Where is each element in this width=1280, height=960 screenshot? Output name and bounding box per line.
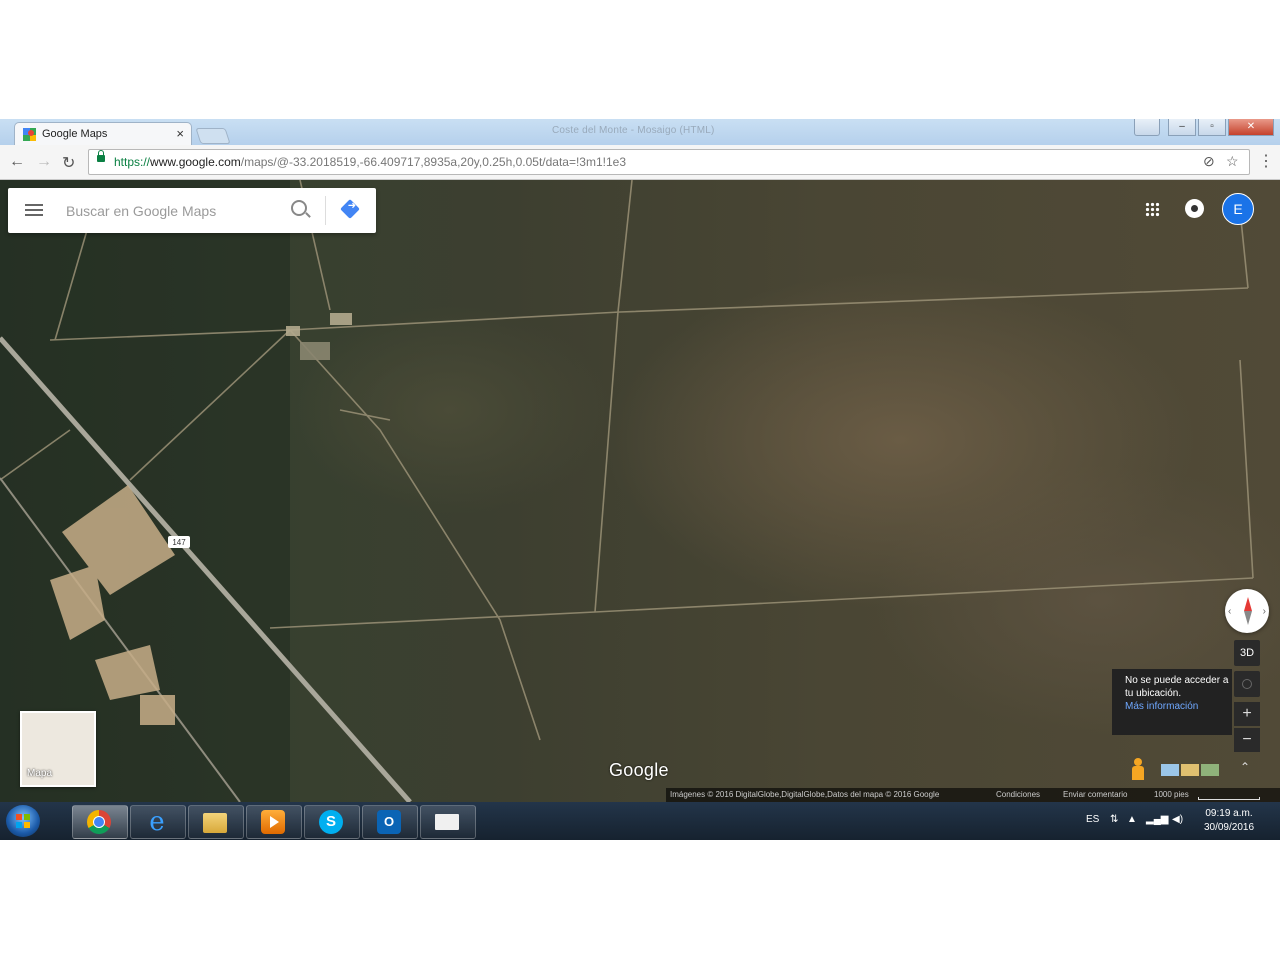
taskbar-clock[interactable]: 09:19 a.m. 30/09/2016 [1197, 807, 1261, 835]
search-input[interactable] [64, 200, 278, 222]
profile-icon[interactable] [1134, 119, 1160, 136]
map-footer: Imágenes © 2016 DigitalGlobe,DigitalGlob… [666, 788, 1280, 802]
bookmark-star-icon[interactable]: ☆ [1226, 153, 1239, 170]
3d-button[interactable]: 3D [1234, 640, 1260, 666]
scale-label[interactable]: 1000 pies [1154, 788, 1189, 802]
compass-south-icon [1244, 611, 1252, 625]
window-title: Coste del Monte - Mosaigo (HTML) [552, 125, 715, 136]
tab-google-maps[interactable]: Google Maps × [14, 122, 192, 146]
search-icon[interactable] [291, 200, 307, 216]
address-bar[interactable]: https://www.google.com/maps/@-33.2018519… [88, 149, 1250, 175]
directions-icon[interactable] [340, 199, 360, 219]
tab-close-icon[interactable]: × [176, 126, 184, 141]
search-box [8, 188, 376, 233]
send-feedback-link[interactable]: Enviar comentario [1063, 788, 1127, 802]
url-path: /maps/@-33.2018519,-66.409717,8935a,20y,… [240, 155, 627, 169]
clock-date: 30/09/2016 [1203, 822, 1255, 833]
windows-taskbar: e S O ES ⇅ ▲ ▂▄▆ ◀) 09:19 a.m. 30/09/201… [0, 802, 1280, 840]
new-tab-button[interactable] [195, 128, 231, 144]
start-button[interactable] [6, 805, 40, 837]
taskbar-file-explorer[interactable] [188, 805, 244, 839]
more-info-link[interactable]: Más información [1125, 700, 1232, 713]
my-location-icon[interactable] [1234, 671, 1260, 697]
skype-icon: S [319, 810, 343, 834]
url-scheme: https:// [114, 155, 151, 169]
url-host: www.google.com [150, 155, 241, 169]
tab-title: Google Maps [42, 128, 108, 140]
taskbar-mail[interactable] [420, 805, 476, 839]
scale-bar [1198, 797, 1260, 800]
account-avatar[interactable]: E [1222, 193, 1254, 225]
outlook-icon: O [377, 810, 401, 834]
taskbar-skype[interactable]: S [304, 805, 360, 839]
media-player-icon [261, 810, 285, 834]
imagery-attribution: Imágenes © 2016 DigitalGlobe,DigitalGlob… [670, 790, 940, 799]
notifications-icon[interactable] [1185, 199, 1204, 218]
language-indicator[interactable]: ES [1086, 814, 1099, 825]
browser-toolbar: ← → ↻ https://www.google.com/maps/@-33.2… [0, 145, 1280, 180]
taskbar-internet-explorer[interactable]: e [130, 805, 186, 839]
terms-link[interactable]: Condiciones [996, 788, 1040, 802]
zoom-in-button[interactable]: + [1234, 702, 1260, 726]
mail-icon [435, 814, 459, 830]
clock-time: 09:19 a.m. [1205, 808, 1253, 819]
satellite-map[interactable]: 147 E ‹ › 3D + − No se puede acceder a t… [0, 180, 1280, 802]
internet-explorer-icon: e [149, 807, 165, 837]
window-close-button[interactable]: ✕ [1228, 119, 1274, 136]
maximize-button[interactable]: ▫ [1198, 119, 1226, 136]
map-roads-and-tracks: 147 [0, 180, 1254, 802]
taskbar-media-player[interactable] [246, 805, 302, 839]
search-divider [325, 196, 326, 225]
zoom-out-button[interactable]: − [1234, 728, 1260, 752]
apps-grid-icon[interactable] [1145, 202, 1160, 217]
url-text[interactable]: https://www.google.com/maps/@-33.2018519… [114, 155, 626, 169]
screen: Google Maps × Coste del Monte - Mosaigo … [0, 119, 1280, 840]
layer-map-icon[interactable] [1161, 764, 1179, 776]
compass-north-icon [1244, 597, 1252, 611]
folder-icon [203, 813, 227, 833]
browser-titlebar: Google Maps × Coste del Monte - Mosaigo … [0, 119, 1280, 146]
layer-thumbnails[interactable] [1161, 764, 1219, 776]
taskbar-outlook[interactable]: O [362, 805, 418, 839]
map-type-label: Mapa [27, 768, 53, 779]
forward-icon[interactable]: → [36, 153, 52, 171]
window-controls: – ▫ ✕ [1134, 119, 1274, 137]
road-label-147: 147 [172, 538, 186, 547]
layer-earth-icon[interactable] [1201, 764, 1219, 776]
network-icon[interactable]: ▂▄▆ [1146, 814, 1168, 825]
layer-terrain-icon[interactable] [1181, 764, 1199, 776]
rotate-right-icon[interactable]: › [1263, 606, 1266, 617]
hamburger-menu-icon[interactable] [25, 204, 43, 216]
minimize-button[interactable]: – [1168, 119, 1196, 136]
location-blocked-icon[interactable]: ⊘ [1203, 153, 1215, 170]
pegman-street-view-icon[interactable] [1131, 758, 1145, 780]
show-hidden-icons[interactable]: ▲ [1127, 814, 1137, 825]
google-logo: Google [609, 760, 669, 780]
chrome-menu-icon[interactable]: ⋮ [1258, 151, 1274, 171]
volume-icon[interactable]: ◀) [1172, 814, 1183, 825]
map-type-toggle[interactable]: Mapa [20, 711, 96, 787]
tooltip-text: No se puede acceder a tu ubicación. [1125, 675, 1229, 699]
back-icon[interactable]: ← [9, 153, 25, 171]
secure-lock-icon [97, 150, 105, 162]
google-maps-favicon-icon [23, 128, 36, 141]
expand-icon[interactable]: ⌃ [1240, 760, 1250, 774]
keyboard-icon[interactable]: ⇅ [1110, 814, 1118, 825]
taskbar-chrome[interactable] [72, 805, 128, 839]
windows-logo-icon [16, 814, 30, 828]
reload-icon[interactable]: ↻ [62, 153, 75, 173]
chrome-icon [87, 810, 111, 834]
compass-control[interactable]: ‹ › [1225, 589, 1269, 633]
rotate-left-icon[interactable]: ‹ [1228, 606, 1231, 617]
location-error-tooltip: No se puede acceder a tu ubicación. Más … [1112, 669, 1232, 735]
